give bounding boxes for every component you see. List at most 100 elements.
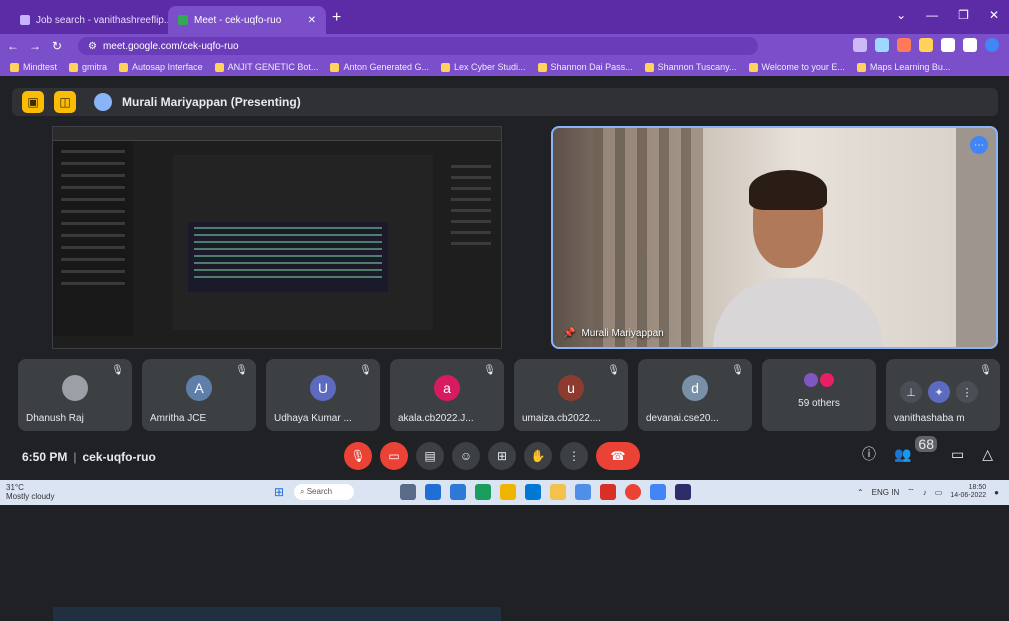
bookmark-icon: [856, 62, 866, 72]
cast-icon[interactable]: [853, 38, 867, 52]
puzzle-icon[interactable]: [941, 38, 955, 52]
chrome-icon[interactable]: [625, 484, 641, 500]
site-info-icon[interactable]: ⚙: [88, 41, 97, 52]
others-count: 59 others: [798, 398, 840, 409]
notifications-icon[interactable]: ●: [994, 488, 999, 497]
windows-start-icon[interactable]: ⊞: [274, 485, 288, 499]
app-icon[interactable]: [525, 484, 541, 500]
activities-icon[interactable]: △: [982, 446, 993, 463]
pin-presentation-icon[interactable]: ◫: [54, 91, 76, 113]
bookmark-label: Autosap Interface: [132, 62, 203, 72]
bookmark-item[interactable]: Shannon Dai Pass...: [537, 62, 633, 72]
app-icon[interactable]: [400, 484, 416, 500]
bookmark-item[interactable]: gmitra: [69, 62, 107, 72]
forward-button[interactable]: →: [26, 39, 44, 53]
reload-button[interactable]: ↻: [48, 39, 66, 53]
app-icon[interactable]: [475, 484, 491, 500]
captions-button[interactable]: ▤: [416, 442, 444, 470]
wifi-icon[interactable]: ⌔: [907, 487, 915, 497]
present-button[interactable]: ⊞: [488, 442, 516, 470]
bookmark-label: Welcome to your E...: [761, 62, 845, 72]
avatar: d: [682, 375, 708, 401]
app-icon[interactable]: [600, 484, 616, 500]
bookmark-item[interactable]: Shannon Tuscany...: [644, 62, 737, 72]
avatar: [820, 373, 834, 387]
lang-indicator[interactable]: ENG IN: [872, 488, 900, 497]
bookmark-item[interactable]: Anton Generated G...: [330, 62, 429, 72]
volume-icon[interactable]: ♪: [923, 488, 927, 497]
new-tab-button[interactable]: +: [332, 9, 341, 27]
bookmark-item[interactable]: Mindtest: [10, 62, 57, 72]
presenter-video: [713, 278, 883, 347]
profile-avatar[interactable]: [985, 38, 999, 52]
app-icon[interactable]: [450, 484, 466, 500]
extension-icon[interactable]: [919, 38, 933, 52]
participant-name: Dhanush Raj: [26, 413, 84, 424]
tab-meet[interactable]: Meet - cek-uqfo-ruo ✕: [168, 6, 326, 34]
participant-tile[interactable]: 🎙 Dhanush Raj: [18, 359, 132, 431]
meet-favicon: [178, 15, 188, 25]
people-icon[interactable]: 👥68: [894, 435, 937, 463]
close-window-button[interactable]: ✕: [989, 8, 999, 22]
microphone-button[interactable]: 🎙: [344, 442, 372, 470]
meeting-details-icon[interactable]: ⓘ: [862, 444, 876, 464]
bookmark-item[interactable]: ANJIT GENETIC Bot...: [214, 62, 318, 72]
call-controls: 🎙 ▭ ▤ ☺ ⊞ ✋ ⋮ ☎: [344, 442, 640, 470]
presenter-camera-tile[interactable]: ⋯ 📌 Murali Mariyappan: [551, 126, 998, 349]
address-bar-row: ← → ↻ ⚙ meet.google.com/cek-uqfo-ruo: [0, 34, 1009, 58]
taskbar-search[interactable]: ⌕ Search: [294, 484, 354, 500]
leave-call-button[interactable]: ☎: [596, 442, 640, 470]
app-icon[interactable]: [550, 484, 566, 500]
url-input[interactable]: ⚙ meet.google.com/cek-uqfo-ruo: [78, 37, 758, 55]
back-button[interactable]: ←: [4, 39, 22, 53]
bookmark-item[interactable]: Maps Learning Bu...: [856, 62, 950, 72]
participant-tile[interactable]: 🎙 a akala.cb2022.J...: [390, 359, 504, 431]
more-options-icon[interactable]: ⋯: [970, 136, 988, 154]
participant-name: devanai.cse20...: [646, 413, 719, 424]
app-icon[interactable]: [425, 484, 441, 500]
tab-job-search[interactable]: Job search - vanithashreeflip... ✕: [10, 6, 168, 34]
bookmark-icon: [748, 62, 758, 72]
maximize-button[interactable]: ❐: [958, 8, 969, 22]
participant-tile[interactable]: 🎙 ⊥ ✦ ⋮ vanithashaba m: [886, 359, 1000, 431]
raise-hand-button[interactable]: ✋: [524, 442, 552, 470]
participant-tile[interactable]: 🎙 d devanai.cse20...: [638, 359, 752, 431]
others-tile[interactable]: 59 others: [762, 359, 876, 431]
camera-button[interactable]: ▭: [380, 442, 408, 470]
tab-favicon: [20, 15, 30, 25]
extension-icon[interactable]: [897, 38, 911, 52]
mic-off-icon: 🎙: [607, 365, 620, 376]
app-icon[interactable]: [500, 484, 516, 500]
app-icon[interactable]: [675, 484, 691, 500]
weather-widget[interactable]: 31°C Mostly cloudy: [6, 483, 54, 501]
chevron-up-icon[interactable]: ⌃: [857, 488, 864, 497]
more-options-icon[interactable]: ⋮: [956, 381, 978, 403]
effects-icon[interactable]: ✦: [928, 381, 950, 403]
mic-off-icon: 🎙: [731, 365, 744, 376]
sidebar-icon[interactable]: [963, 38, 977, 52]
bookmark-item[interactable]: Welcome to your E...: [748, 62, 845, 72]
chat-icon[interactable]: ▭: [951, 446, 964, 463]
participant-tile[interactable]: 🎙 u umaiza.cb2022....: [514, 359, 628, 431]
close-tab-icon[interactable]: ✕: [308, 15, 316, 26]
divider: |: [73, 450, 77, 464]
more-options-button[interactable]: ⋮: [560, 442, 588, 470]
minimize-button[interactable]: —: [926, 8, 938, 22]
participant-tile[interactable]: 🎙 U Udhaya Kumar ...: [266, 359, 380, 431]
bookmark-item[interactable]: Autosap Interface: [119, 62, 203, 72]
chevron-down-icon[interactable]: ⌄: [896, 8, 906, 22]
extension-icon[interactable]: [875, 38, 889, 52]
bookmark-item[interactable]: Lex Cyber Studi...: [441, 62, 526, 72]
presentation-layout-icon[interactable]: ▣: [22, 91, 44, 113]
battery-icon[interactable]: ▭: [935, 488, 943, 497]
clock[interactable]: 18:50 14-06-2022: [950, 484, 986, 500]
app-icon[interactable]: [650, 484, 666, 500]
app-icon[interactable]: [575, 484, 591, 500]
participants-count: 68: [915, 435, 937, 452]
emoji-button[interactable]: ☺: [452, 442, 480, 470]
shared-screen[interactable]: [52, 126, 502, 621]
avatar: A: [186, 375, 212, 401]
participant-tile[interactable]: 🎙 A Amritha JCE: [142, 359, 256, 431]
tab-label: Meet - cek-uqfo-ruo: [194, 14, 282, 26]
pin-icon[interactable]: ⊥: [900, 381, 922, 403]
